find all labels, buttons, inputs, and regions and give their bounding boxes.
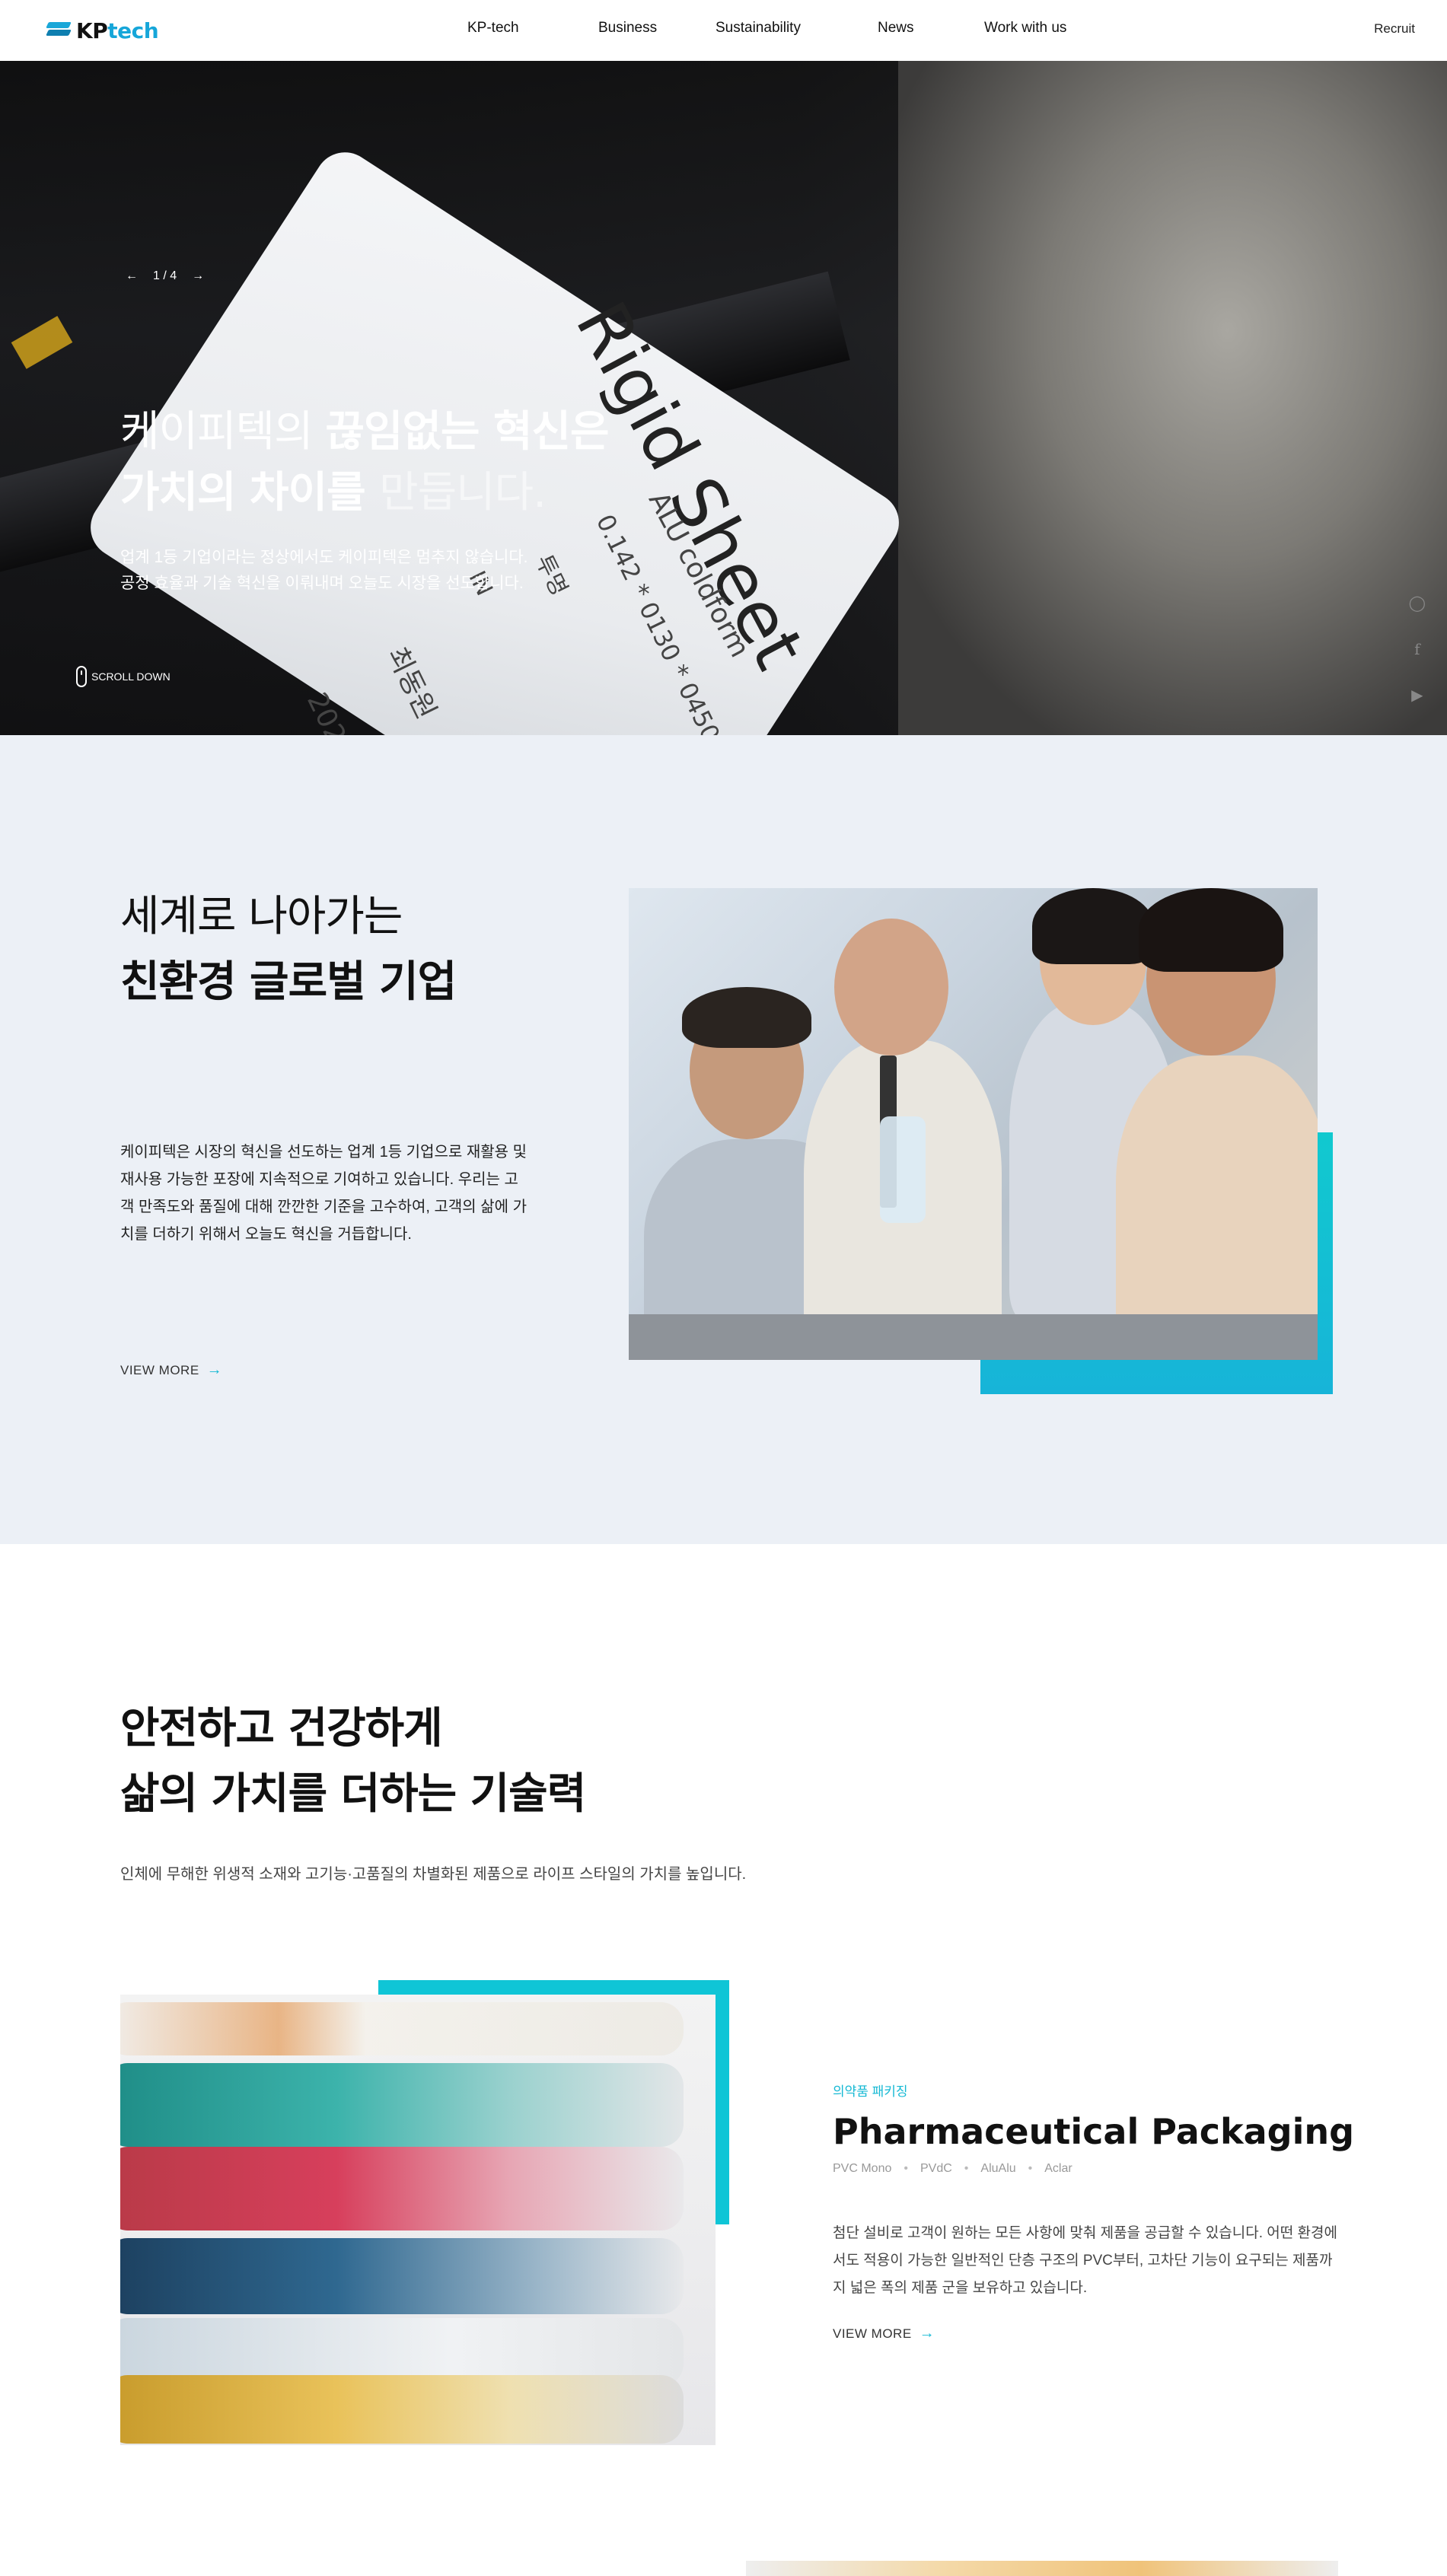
about-section: 세계로 나아가는 친환경 글로벌 기업 케이피텍은 시장의 혁신을 선도하는 업… xyxy=(0,735,1447,1544)
tag: Aclar xyxy=(1044,2162,1073,2175)
pharma-description: 첨단 설비로 고객이 원하는 모든 사항에 맞춰 제품을 공급할 수 있습니다.… xyxy=(833,2225,1337,2296)
pharma-tags: PVC Mono • PVdC • AluAlu • Aclar xyxy=(833,2162,1073,2176)
nav-item-sustainability[interactable]: Sustainability xyxy=(716,20,801,37)
nav-item-news[interactable]: News xyxy=(878,20,914,37)
separator-dot: • xyxy=(964,2162,969,2175)
technology-section: 안전하고 건강하게 삶의 가치를 더하는 기술력 인체에 무해한 위생적 소재와… xyxy=(0,1544,1447,2576)
recruit-link[interactable]: Recruit xyxy=(1374,21,1415,37)
slide-counter: 1 / 4 xyxy=(153,269,177,282)
youtube-icon[interactable]: ▶ xyxy=(1411,686,1423,705)
pharma-category-label: 의약품 패키징 xyxy=(833,2084,908,2099)
scroll-down-indicator[interactable]: SCROLL DOWN xyxy=(76,666,171,687)
tag: PVC Mono xyxy=(833,2162,892,2175)
pharma-view-more-link[interactable]: VIEW MORE → xyxy=(833,2325,935,2342)
separator-dot: • xyxy=(1028,2162,1033,2175)
pharma-title: Pharmaceutical Packaging xyxy=(833,2111,1355,2152)
next-arrow-icon[interactable]: → xyxy=(192,269,204,283)
nav-item-business[interactable]: Business xyxy=(598,20,657,37)
about-paragraph: 케이피텍은 시장의 혁신을 선도하는 업계 1등 기업으로 재활용 및 재사용 … xyxy=(120,1144,527,1243)
social-links: ◯ f ▶ xyxy=(1409,594,1426,705)
hero-title: 케이피텍의 끊임없는 혁신은 가치의 차이를 만듭니다. xyxy=(120,407,610,517)
tag: AluAlu xyxy=(980,2162,1016,2175)
technology-title: 안전하고 건강하게 삶의 가치를 더하는 기술력 xyxy=(120,1704,586,1819)
about-title: 세계로 나아가는 친환경 글로벌 기업 xyxy=(120,892,457,1007)
hero-background-blur xyxy=(898,61,1447,735)
hero-description: 업계 1등 기업이라는 정상에서도 케이피텍은 멈추지 않습니다. 공정 효율과… xyxy=(120,549,528,592)
separator-dot: • xyxy=(904,2162,908,2175)
next-product-image xyxy=(746,2561,1338,2576)
site-header: KPtech KP-tech Business Sustainability N… xyxy=(0,0,1447,61)
tag: PVdC xyxy=(920,2162,952,2175)
facebook-icon[interactable]: f xyxy=(1414,640,1420,658)
technology-subtitle: 인체에 무해한 위생적 소재와 고기능·고품질의 차별화된 제품으로 라이프 스… xyxy=(120,1866,747,1883)
nav-item-kp-tech[interactable]: KP-tech xyxy=(467,20,519,37)
about-view-more-link[interactable]: VIEW MORE → xyxy=(120,1361,222,1379)
nav-item-work-with-us[interactable]: Work with us xyxy=(984,20,1066,37)
arrow-right-icon: → xyxy=(206,1361,223,1378)
pharmaceutical-blister-photo xyxy=(120,1995,716,2445)
arrow-right-icon: → xyxy=(919,2325,935,2342)
team-meeting-photo xyxy=(629,888,1318,1360)
main-nav: KP-tech Business Sustainability News Wor… xyxy=(0,20,1447,43)
mouse-icon xyxy=(76,666,87,687)
slider-controls: ← 1 / 4 → xyxy=(126,269,204,283)
prev-arrow-icon[interactable]: ← xyxy=(126,269,138,283)
hero-slider: Rigid Sheet ALU coldform 0.142 * 0130 * … xyxy=(0,61,1447,735)
instagram-icon[interactable]: ◯ xyxy=(1409,594,1426,613)
